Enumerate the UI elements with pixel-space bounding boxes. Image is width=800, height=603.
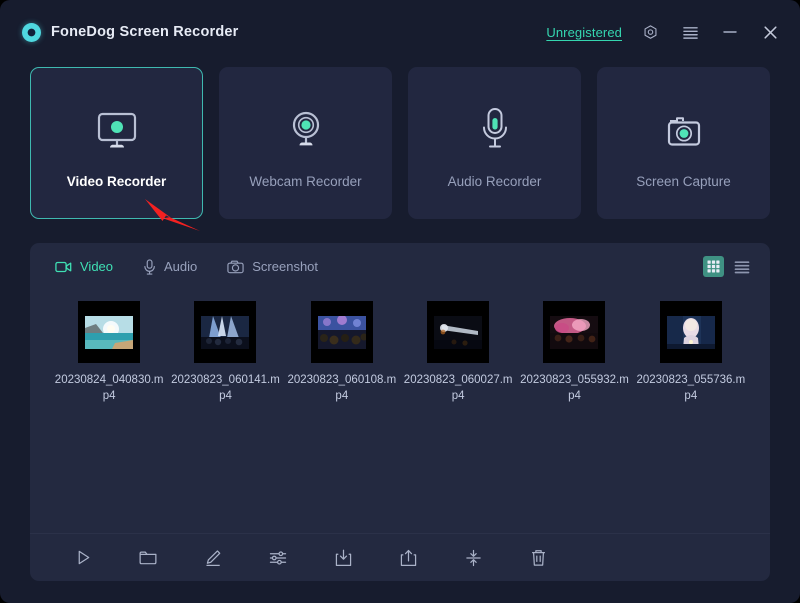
file-name: 20230823_055736.mp4 <box>636 374 746 402</box>
title-bar-controls: Unregistered <box>546 20 782 44</box>
gear-hex-icon[interactable] <box>638 20 662 44</box>
play-button[interactable] <box>72 547 94 569</box>
list-item[interactable]: 20230823_055932.mp4 <box>517 301 631 404</box>
mode-label: Video Recorder <box>66 173 167 189</box>
tab-label: Audio <box>164 259 198 274</box>
monitor-record-icon <box>93 98 141 154</box>
view-toggle-group <box>703 256 752 277</box>
thumb-beach-sunset <box>85 315 134 349</box>
hamburger-menu-icon[interactable] <box>678 20 702 44</box>
app-title: FoneDog Screen Recorder <box>51 24 239 40</box>
mode-card-row: Video Recorder Webcam Recorder Audio Rec… <box>0 67 800 219</box>
library-tabs: Video Audio Screenshot <box>55 258 318 275</box>
unregistered-link[interactable]: Unregistered <box>546 25 622 40</box>
tab-label: Screenshot <box>252 259 319 274</box>
settings-button[interactable] <box>267 547 289 569</box>
tab-label: Video <box>80 259 114 274</box>
file-thumbnail <box>543 301 606 363</box>
delete-button[interactable] <box>527 547 549 569</box>
file-name: 20230823_060141.mp4 <box>171 374 280 402</box>
compress-button[interactable] <box>462 547 484 569</box>
file-thumbnail <box>310 301 373 363</box>
mode-card-webcam-recorder[interactable]: Webcam Recorder <box>219 67 392 219</box>
video-camera-icon <box>55 261 72 273</box>
mode-card-screen-capture[interactable]: Screen Capture <box>597 67 770 219</box>
edit-button[interactable] <box>202 547 224 569</box>
folder-button[interactable] <box>137 547 159 569</box>
library-panel: Video Audio Screenshot 20230824_040830.m… <box>30 243 770 581</box>
thumb-dark-stage <box>434 315 483 349</box>
thumb-concert-stage <box>201 315 250 349</box>
file-thumbnail <box>78 301 141 363</box>
file-name: 20230823_055932.mp4 <box>520 374 629 402</box>
mode-label: Webcam Recorder <box>249 173 362 189</box>
fonedog-logo-icon <box>22 22 41 42</box>
file-thumbnail <box>659 301 722 363</box>
mode-label: Audio Recorder <box>447 173 542 189</box>
tab-video[interactable]: Video <box>55 259 113 274</box>
library-toolbar <box>30 533 770 581</box>
microphone-icon <box>477 98 513 154</box>
app-window: FoneDog Screen Recorder Unregistered Vid… <box>0 0 800 603</box>
minimize-icon[interactable] <box>718 20 742 44</box>
camera-icon <box>660 98 708 154</box>
thumb-pink-lights <box>550 315 599 349</box>
mode-label: Screen Capture <box>636 173 731 189</box>
library-header: Video Audio Screenshot <box>30 243 770 290</box>
list-item[interactable]: 20230823_060108.mp4 <box>285 301 399 404</box>
list-item[interactable]: 20230823_060027.mp4 <box>401 301 515 404</box>
download-button[interactable] <box>332 547 354 569</box>
microphone-icon <box>143 258 156 275</box>
close-icon[interactable] <box>758 20 782 44</box>
list-item[interactable]: 20230823_060141.mp4 <box>168 301 282 404</box>
mode-card-video-recorder[interactable]: Video Recorder <box>30 67 203 219</box>
brand: FoneDog Screen Recorder <box>22 22 239 42</box>
list-item[interactable]: 20230824_040830.mp4 <box>52 301 166 404</box>
tab-audio[interactable]: Audio <box>143 258 198 275</box>
list-item[interactable]: 20230823_055736.mp4 <box>634 301 748 404</box>
file-name: 20230823_060108.mp4 <box>287 374 397 402</box>
thumb-concert-crowd <box>317 315 366 349</box>
list-view-button[interactable] <box>731 256 752 277</box>
grid-view-button[interactable] <box>703 256 724 277</box>
thumb-singer-blue <box>666 315 715 349</box>
tab-screenshot[interactable]: Screenshot <box>227 259 318 274</box>
file-grid: 20230824_040830.mp4 20230823_060141.mp4 … <box>52 301 748 404</box>
file-thumbnail <box>427 301 490 363</box>
title-bar: FoneDog Screen Recorder Unregistered <box>0 0 800 64</box>
share-button[interactable] <box>397 547 419 569</box>
camera-icon <box>227 260 244 274</box>
file-thumbnail <box>194 301 257 363</box>
library-body: 20230824_040830.mp4 20230823_060141.mp4 … <box>30 290 770 533</box>
file-name: 20230823_060027.mp4 <box>403 374 513 402</box>
file-name: 20230824_040830.mp4 <box>54 374 164 402</box>
webcam-icon <box>283 98 329 154</box>
mode-card-audio-recorder[interactable]: Audio Recorder <box>408 67 581 219</box>
